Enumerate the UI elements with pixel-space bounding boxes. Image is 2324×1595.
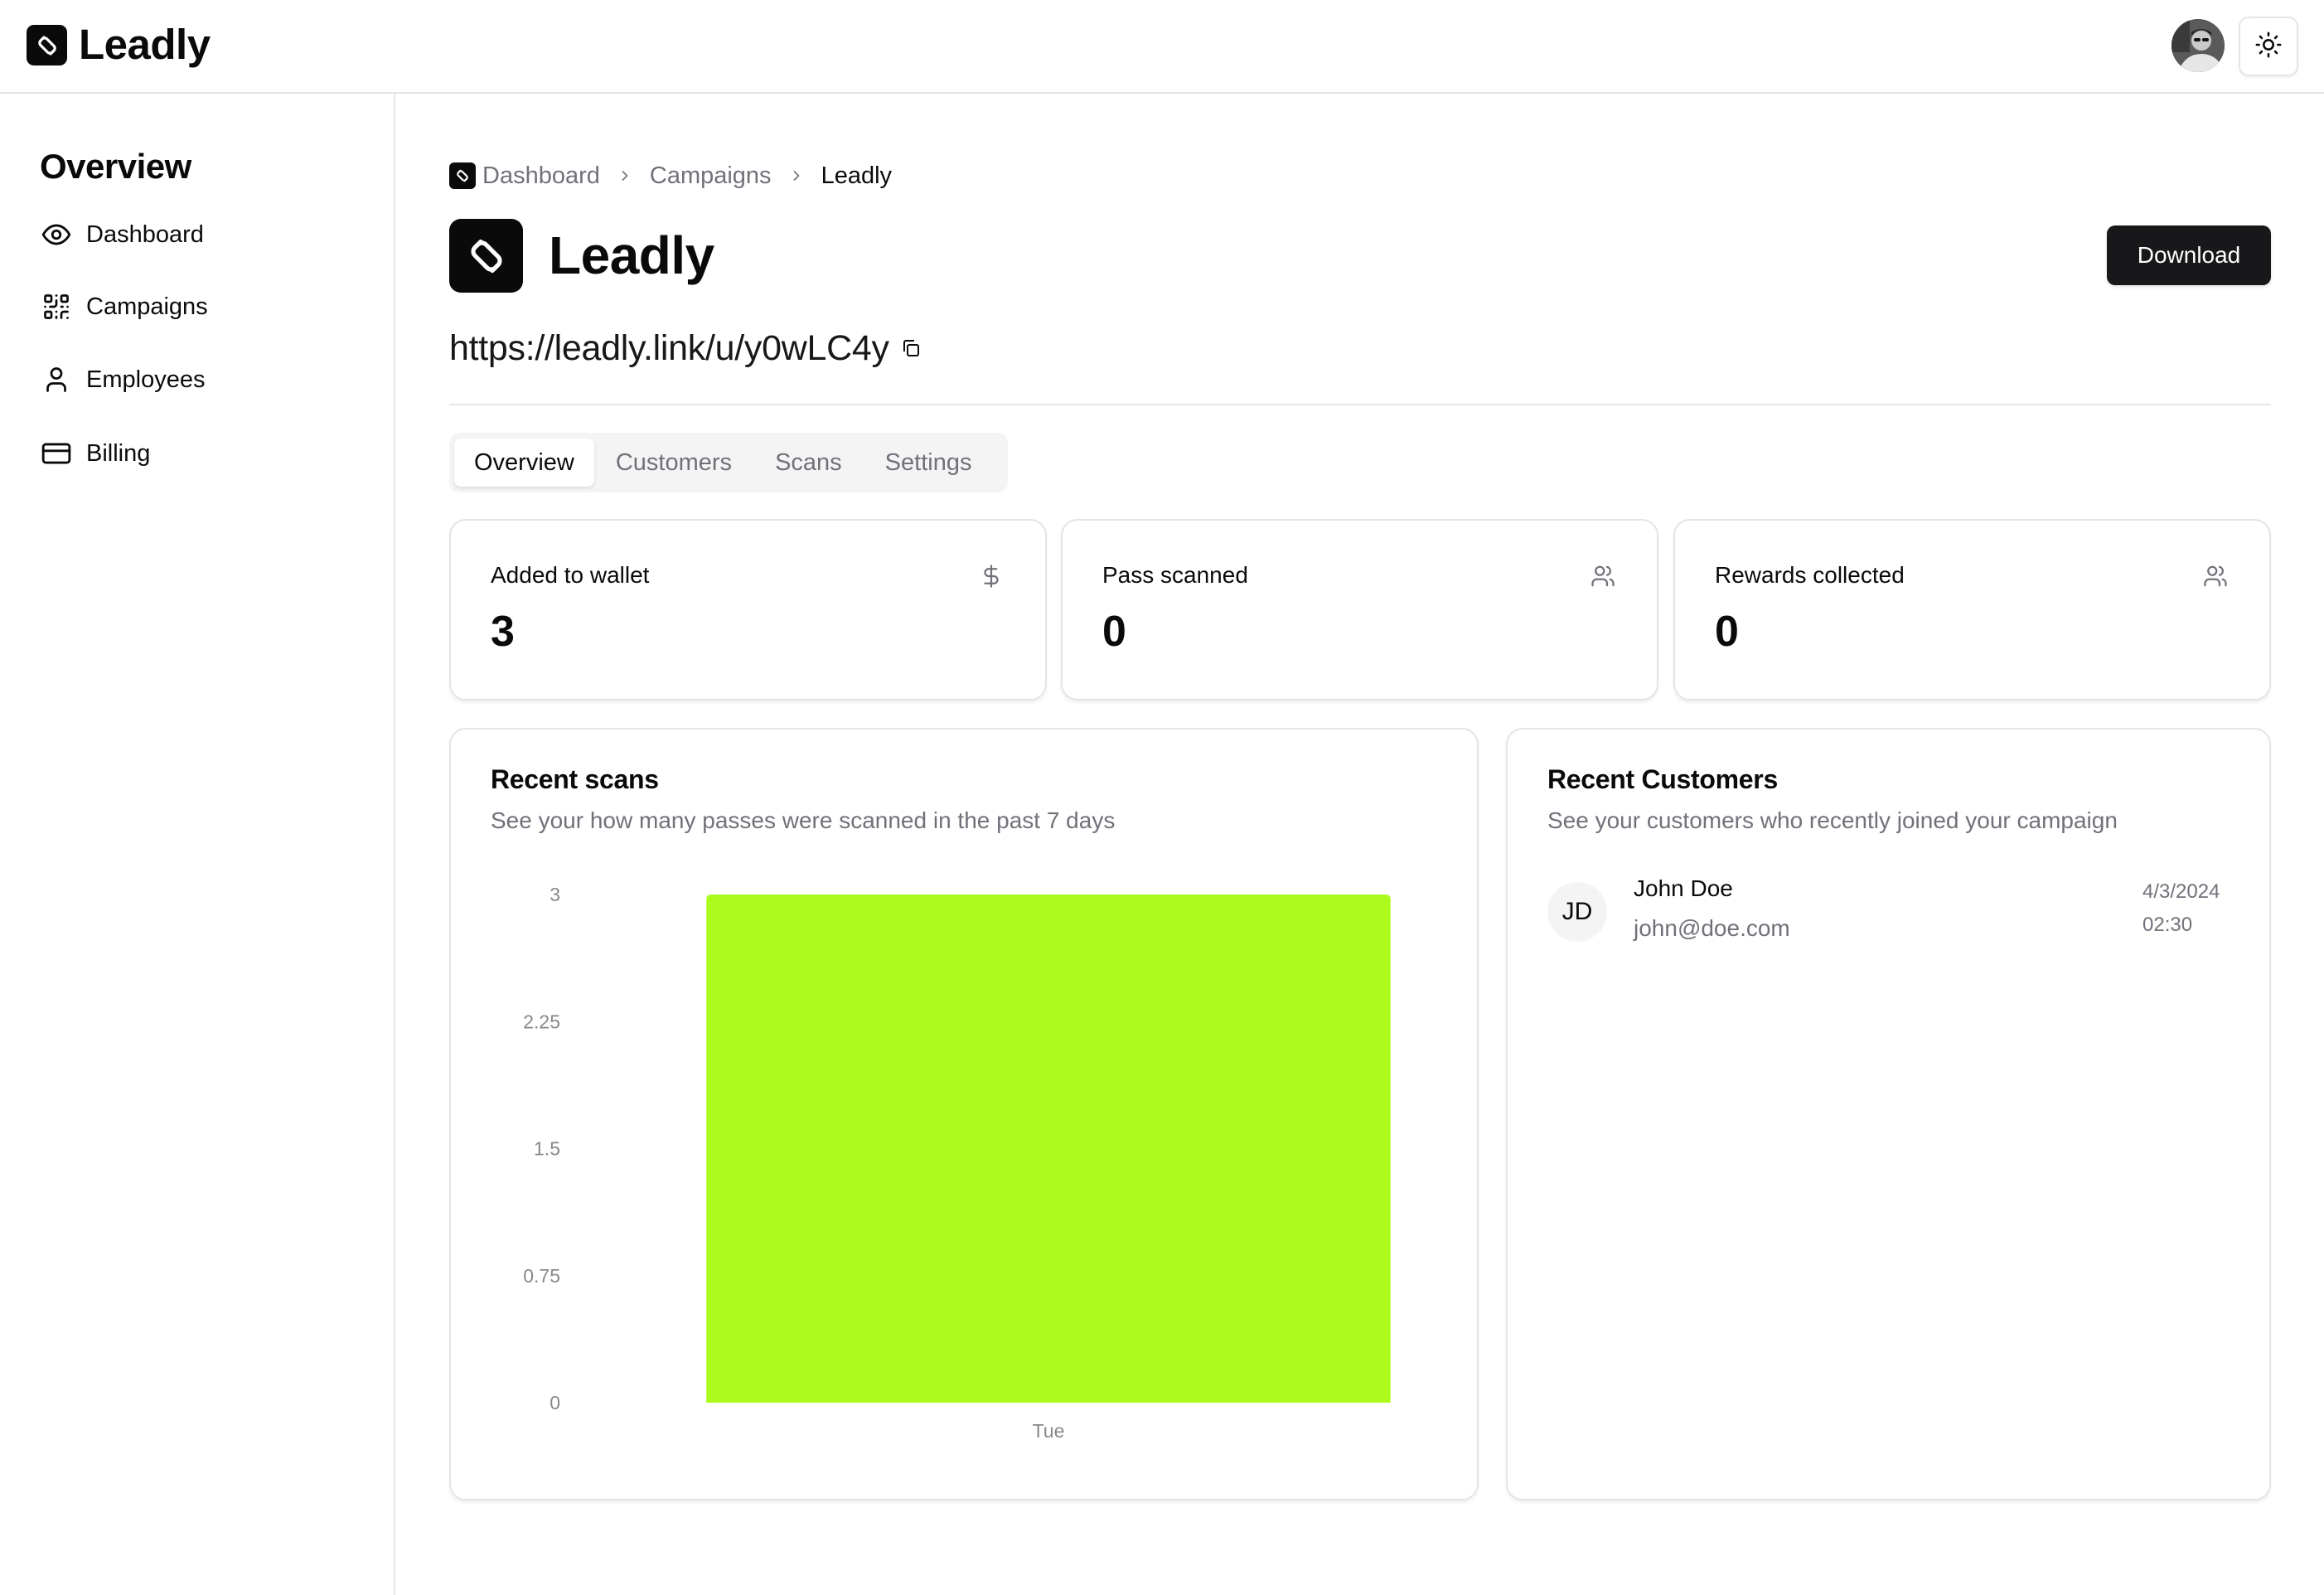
copy-icon[interactable]: [901, 337, 922, 359]
chevron-right-icon: [788, 167, 805, 184]
sidebar-item-billing[interactable]: Billing: [40, 430, 150, 477]
divider: [449, 404, 2271, 405]
sidebar-item-campaigns[interactable]: Campaigns: [40, 284, 208, 330]
users-icon: [2201, 562, 2230, 590]
sidebar-item-label: Billing: [86, 439, 151, 467]
download-button[interactable]: Download: [2107, 225, 2271, 285]
logo-link-icon[interactable]: [27, 25, 67, 65]
breadcrumb-campaigns[interactable]: Campaigns: [650, 162, 772, 190]
campaign-url-row: https://leadly.link/u/y0wLC4y: [449, 325, 922, 371]
sidebar: Overview Dashboard Campaigns Employees B…: [0, 94, 395, 1595]
bar-tue[interactable]: [706, 894, 1391, 1403]
y-tick-label: 0: [550, 1392, 560, 1413]
x-tick-label: Tue: [1033, 1420, 1065, 1442]
recent-customers-title: Recent Customers: [1547, 764, 1778, 794]
sidebar-item-employees[interactable]: Employees: [40, 356, 205, 403]
app-name[interactable]: Leadly: [79, 20, 211, 69]
stat-value: 0: [1715, 608, 1739, 656]
breadcrumb-logo-icon: [449, 162, 476, 189]
sidebar-item-label: Dashboard: [86, 221, 204, 248]
stat-label: Added to wallet: [491, 562, 650, 588]
chevron-right-icon: [617, 167, 633, 184]
stat-value: 3: [491, 608, 515, 656]
stat-label: Rewards collected: [1715, 562, 1905, 588]
recent-scans-card: Recent scans See your how many passes we…: [449, 728, 1479, 1500]
theme-toggle-button[interactable]: [2239, 17, 2298, 76]
breadcrumb-dashboard[interactable]: Dashboard: [482, 162, 600, 190]
recent-scans-chart: 0 0.75 1.5 2.25 3 Tue: [523, 884, 1391, 1442]
recent-customers-subtitle: See your customers who recently joined y…: [1547, 807, 2118, 833]
sun-icon: [2254, 31, 2283, 63]
y-tick-label: 3: [550, 884, 560, 905]
recent-customers-card: Recent Customers See your customers who …: [1506, 728, 2271, 1500]
qr-code-icon: [40, 290, 73, 323]
users-icon: [1589, 562, 1617, 590]
breadcrumb-current: Leadly: [821, 162, 893, 189]
tab-list: Overview Customers Scans Settings: [449, 433, 1008, 492]
sidebar-title: Overview: [40, 147, 191, 186]
y-tick-label: 1.5: [534, 1138, 560, 1160]
tab-customers[interactable]: Customers: [594, 439, 753, 487]
sidebar-item-dashboard[interactable]: Dashboard: [40, 211, 204, 258]
credit-card-icon: [40, 437, 73, 470]
tab-scans[interactable]: Scans: [753, 439, 864, 487]
tab-overview[interactable]: Overview: [454, 439, 594, 487]
customer-email: john@doe.com: [1634, 915, 1790, 941]
sidebar-item-label: Employees: [86, 366, 206, 393]
stat-label: Pass scanned: [1102, 562, 1248, 588]
stat-card-rewards-collected: Rewards collected 0: [1673, 519, 2271, 701]
page-title: Leadly: [549, 225, 714, 285]
stat-card-added-to-wallet: Added to wallet 3: [449, 519, 1047, 701]
dollar-icon: [977, 562, 1005, 590]
y-tick-label: 0.75: [523, 1265, 560, 1287]
customer-list-item[interactable]: JD John Doe john@doe.com 4/3/2024 02:30: [1547, 870, 2232, 947]
customer-join-time: 02:30: [2142, 914, 2193, 936]
customer-join-date: 4/3/2024: [2142, 880, 2220, 903]
campaign-link-icon: [449, 219, 523, 293]
user-icon: [40, 363, 73, 396]
top-header: Leadly: [0, 0, 2324, 94]
user-avatar[interactable]: [2171, 19, 2225, 72]
eye-icon: [40, 218, 73, 251]
stat-value: 0: [1102, 608, 1126, 656]
customer-avatar: JD: [1547, 882, 1607, 942]
tab-settings[interactable]: Settings: [864, 439, 994, 487]
campaign-url[interactable]: https://leadly.link/u/y0wLC4y: [449, 328, 889, 369]
breadcrumb: Dashboard Campaigns Leadly: [449, 159, 892, 192]
y-tick-label: 2.25: [523, 1011, 560, 1032]
sidebar-item-label: Campaigns: [86, 293, 208, 320]
customer-name: John Doe: [1634, 875, 1733, 901]
stat-card-pass-scanned: Pass scanned 0: [1061, 519, 1658, 701]
